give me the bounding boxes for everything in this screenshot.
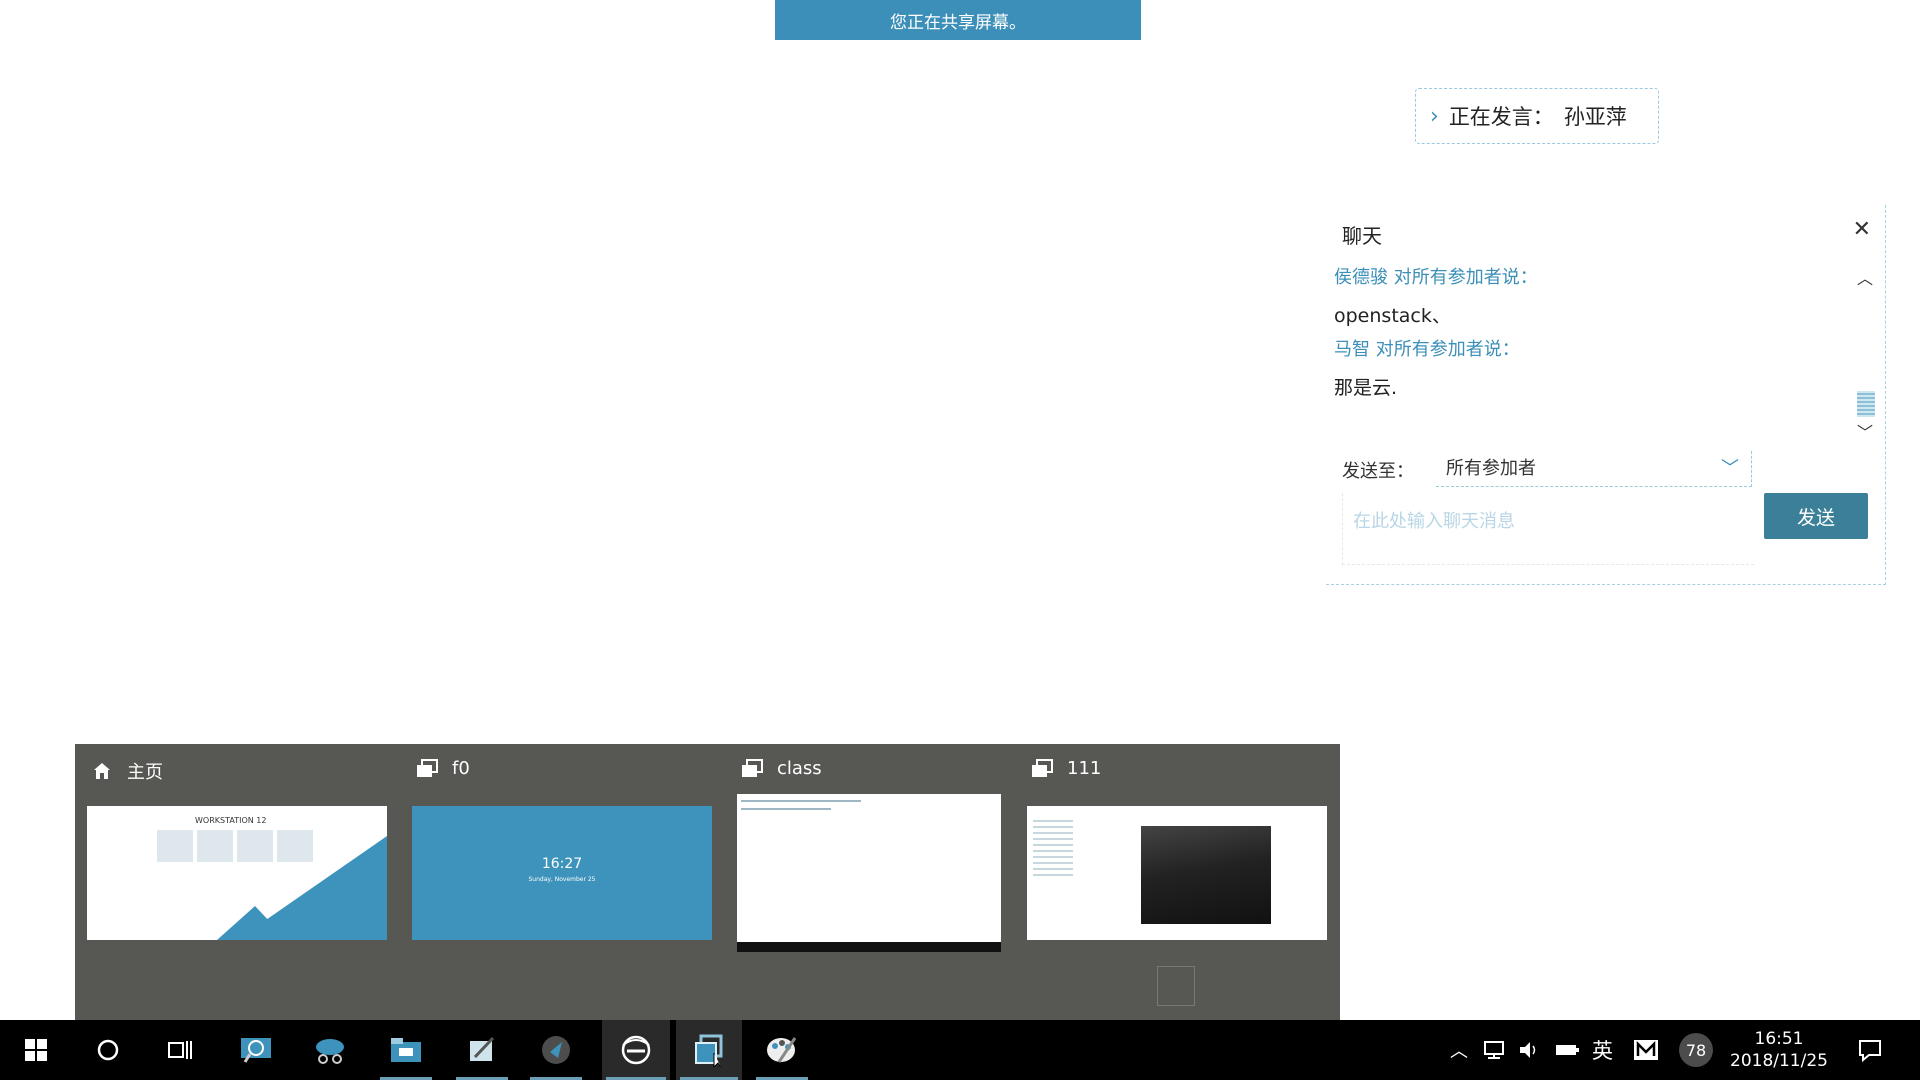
scroll-up-icon[interactable]: ︿ (1857, 265, 1873, 289)
send-button[interactable]: 发送 (1764, 493, 1868, 539)
media-app-icon[interactable] (526, 1020, 586, 1080)
clock-date: 2018/11/25 (1730, 1051, 1828, 1071)
close-icon[interactable]: ✕ (1853, 217, 1871, 242)
thumbnail-label: f0 (452, 758, 470, 779)
thumbnail-small-preview (1157, 966, 1195, 1006)
clock-time: 16:51 (1754, 1029, 1804, 1049)
screen-share-banner: 您正在共享屏幕。 (775, 0, 1141, 40)
taskbar: ︿ 英 78 16:51 2018/11/25 (0, 1020, 1920, 1080)
action-center-icon[interactable] (1840, 1020, 1900, 1080)
home-icon (94, 763, 110, 779)
thumbnail-label: 111 (1067, 758, 1102, 779)
badge-count: 78 (1685, 1040, 1707, 1060)
chat-panel: 聊天 ✕ ︿ ﹀ 侯德骏 对所有参加者说： openstack、 马智 对所有参… (1326, 205, 1886, 585)
thumbnail-label: class (777, 758, 822, 779)
speaker-name: 孙亚萍 (1563, 105, 1627, 129)
taskbar-thumbnail-popup: 主页 WORKSTATION 12 f0 16:27 Sunday, Novem… (75, 744, 1340, 1020)
send-to-label: 发送至： (1342, 461, 1414, 482)
notepad-app-icon[interactable] (452, 1020, 512, 1080)
chat-message-sender: 侯德骏 对所有参加者说： (1334, 267, 1538, 288)
share-banner-text: 您正在共享屏幕。 (890, 12, 1026, 33)
magnifier-app-icon[interactable] (226, 1020, 286, 1080)
m-app-icon[interactable] (1633, 1038, 1659, 1062)
thumbnail-f0[interactable]: f0 16:27 Sunday, November 25 (400, 744, 712, 1020)
thumbnail-preview (1027, 806, 1327, 940)
chevron-right-icon: › (1430, 103, 1439, 129)
battery-icon[interactable] (1554, 1041, 1580, 1059)
start-icon[interactable] (6, 1020, 66, 1080)
vm-icon (1032, 758, 1053, 777)
speaking-indicator[interactable]: › 正在发言： 孙亚萍 (1415, 88, 1659, 144)
show-hidden-icons-icon[interactable]: ︿ (1446, 1037, 1472, 1063)
chevron-down-icon: ﹀ (1721, 458, 1739, 479)
system-tray: ︿ 英 78 (1446, 1020, 1713, 1080)
thumbnail-preview: WORKSTATION 12 (87, 806, 387, 940)
task-view-icon[interactable] (150, 1020, 210, 1080)
clock[interactable]: 16:51 2018/11/25 (1724, 1028, 1834, 1072)
chat-message-text: 那是云. (1334, 377, 1398, 399)
chat-scrollbar-thumb[interactable] (1857, 391, 1875, 417)
chat-input-placeholder: 在此处输入聊天消息 (1353, 511, 1515, 532)
thumbnail-preview: 16:27 Sunday, November 25 (412, 806, 712, 940)
scroll-down-icon[interactable]: ﹀ (1857, 419, 1873, 443)
snipping-app-icon[interactable] (300, 1020, 360, 1080)
chat-title: 聊天 (1342, 224, 1382, 248)
preview-date: Sunday, November 25 (528, 876, 596, 883)
chat-message-input[interactable]: 在此处输入聊天消息 (1342, 493, 1754, 565)
preview-clock: 16:27 (541, 856, 583, 872)
send-to-value: 所有参加者 (1446, 458, 1536, 479)
paint-app-icon[interactable] (752, 1020, 812, 1080)
cortana-icon[interactable] (78, 1020, 138, 1080)
vm-icon (417, 758, 438, 777)
thumbnail-class[interactable]: class (725, 744, 1035, 1020)
thumbnail-home[interactable]: 主页 WORKSTATION 12 (75, 744, 387, 1020)
notification-count-badge[interactable]: 78 (1679, 1033, 1713, 1067)
chat-message-text: openstack、 (1334, 305, 1451, 327)
thumbnail-111[interactable]: 111 (1015, 744, 1327, 1020)
preview-title: WORKSTATION 12 (195, 816, 267, 825)
thumbnail-label: 主页 (127, 762, 163, 783)
ime-indicator[interactable]: 英 (1592, 1035, 1613, 1065)
ie-browser-icon[interactable] (602, 1020, 670, 1080)
vmware-icon[interactable] (676, 1020, 742, 1080)
volume-icon[interactable] (1518, 1040, 1542, 1060)
network-icon[interactable] (1482, 1040, 1508, 1060)
vm-icon (742, 758, 763, 777)
file-explorer-icon[interactable] (376, 1020, 436, 1080)
chat-message-sender: 马智 对所有参加者说： (1334, 339, 1520, 360)
send-to-select[interactable]: 所有参加者 ﹀ (1436, 451, 1752, 487)
speaking-label: 正在发言： (1448, 105, 1554, 129)
thumbnail-preview (737, 794, 1001, 952)
